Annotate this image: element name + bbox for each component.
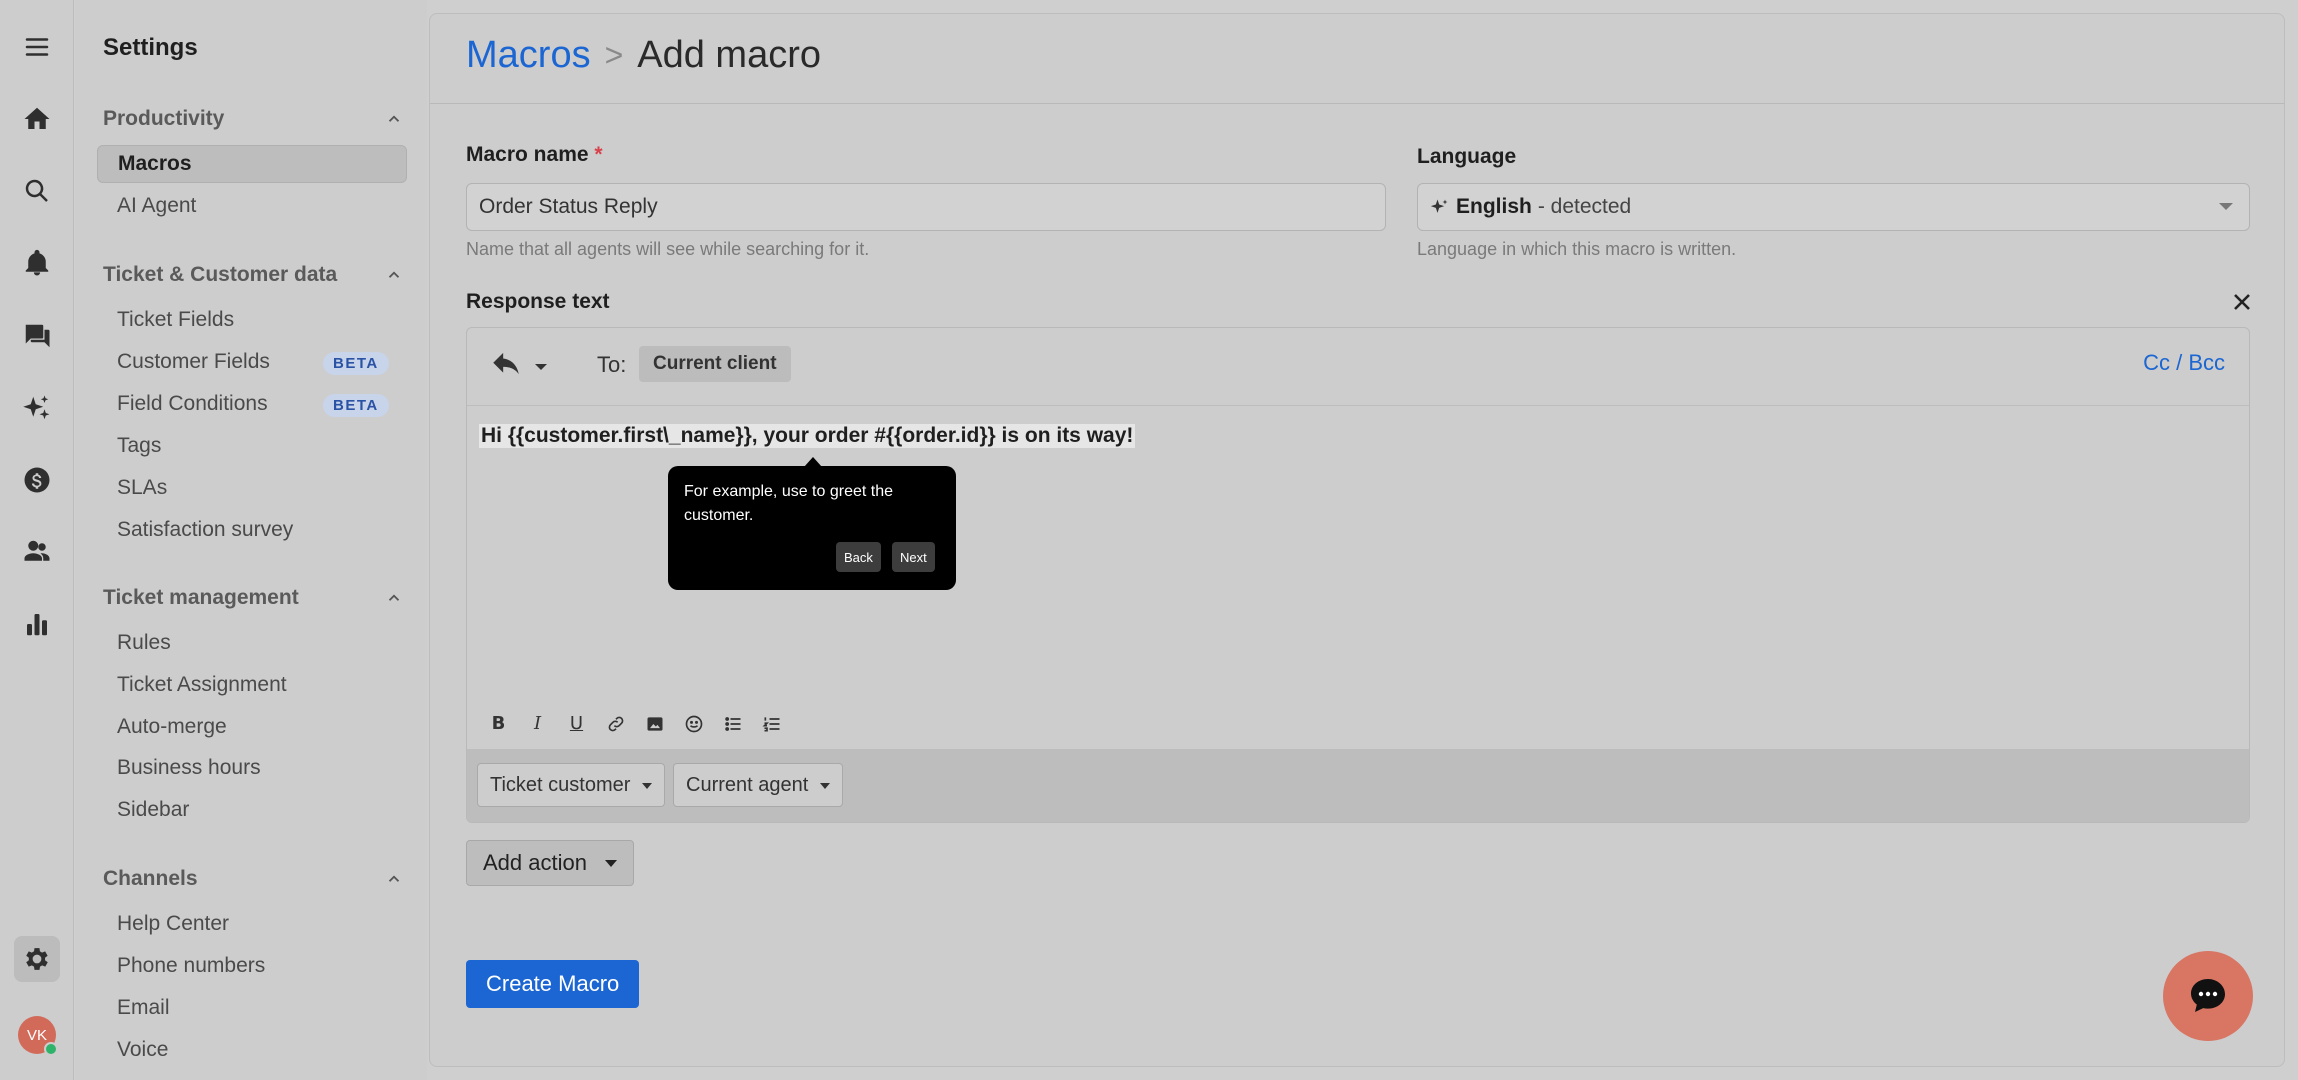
cc-bcc-link[interactable]: Cc / Bcc [2143, 350, 2225, 376]
add-action-button[interactable]: Add action [466, 840, 634, 886]
breadcrumb: Macros > Add macro [466, 34, 821, 77]
breadcrumb-macros-link[interactable]: Macros [466, 34, 591, 77]
chevron-up-icon [385, 110, 403, 128]
home-icon[interactable] [14, 96, 60, 142]
numbered-list-icon[interactable] [760, 712, 783, 735]
section-productivity[interactable]: Productivity [103, 103, 403, 135]
bullet-list-icon[interactable] [721, 712, 744, 735]
avatar[interactable]: VK [18, 1016, 58, 1056]
current-agent-dropdown[interactable]: Current agent [673, 763, 844, 807]
beta-badge: BETA [323, 352, 389, 375]
sidebar-item-phone-numbers[interactable]: Phone numbers [97, 947, 407, 985]
sidebar-item-ticket-assignment[interactable]: Ticket Assignment [97, 666, 407, 704]
sidebar-item-rules[interactable]: Rules [97, 624, 407, 662]
breadcrumb-separator: > [604, 37, 624, 73]
emoji-icon[interactable] [682, 712, 705, 735]
users-icon[interactable] [14, 529, 60, 575]
tooltip-next-button[interactable]: Next [892, 542, 935, 572]
section-channels[interactable]: Channels [103, 863, 403, 895]
section-ticket-management[interactable]: Ticket management [103, 582, 403, 614]
reply-dropdown-caret-icon[interactable] [535, 364, 547, 370]
image-icon[interactable] [643, 712, 666, 735]
language-hint: Language in which this macro is written. [1417, 239, 1737, 259]
sidebar-item-tags[interactable]: Tags [97, 427, 407, 465]
online-status-dot [44, 1042, 58, 1056]
search-icon[interactable] [14, 168, 60, 214]
sidebar-title: Settings [103, 34, 198, 61]
settings-sidebar: Settings Productivity Macros AI Agent Ti… [75, 0, 427, 1080]
language-label: Language [1417, 145, 1517, 168]
close-icon[interactable] [2230, 290, 2254, 314]
caret-down-icon [642, 783, 653, 789]
editor-body-text[interactable]: Hi {{customer.first\_name}}, your order … [479, 424, 1136, 448]
language-select[interactable]: English - detected [1417, 183, 2250, 231]
icon-rail: VK [0, 0, 74, 1080]
chevron-up-icon [385, 870, 403, 888]
caret-down-icon [820, 783, 831, 789]
variables-bar: Ticket customer Current agent [467, 749, 2249, 822]
to-label: To: [597, 352, 627, 377]
tooltip-text: For example, use to greet the customer. [684, 483, 893, 524]
dropdown-caret-icon [2219, 203, 2233, 210]
link-icon[interactable] [604, 712, 627, 735]
sidebar-item-sidebar[interactable]: Sidebar [97, 791, 407, 829]
sidebar-item-customer-fields[interactable]: Customer Fields BETA [97, 343, 407, 381]
underline-icon[interactable]: U [565, 712, 588, 735]
ticket-customer-dropdown[interactable]: Ticket customer [477, 763, 666, 807]
sidebar-item-field-conditions[interactable]: Field Conditions BETA [97, 385, 407, 423]
settings-gear-icon[interactable] [14, 936, 60, 982]
format-toolbar: B I U [487, 712, 783, 735]
macro-name-input[interactable]: Order Status Reply [466, 183, 1386, 231]
sidebar-item-ai-agent[interactable]: AI Agent [97, 187, 407, 225]
required-mark: * [594, 143, 603, 166]
statistics-icon[interactable] [14, 601, 60, 647]
create-macro-button[interactable]: Create Macro [466, 960, 640, 1008]
chat-launcher-button[interactable] [2163, 951, 2253, 1041]
tooltip-back-button[interactable]: Back [836, 542, 881, 572]
sidebar-item-slas[interactable]: SLAs [97, 469, 407, 507]
reply-icon[interactable] [489, 350, 523, 384]
bold-icon[interactable]: B [487, 712, 510, 735]
macro-name-hint: Name that all agents will see while sear… [466, 239, 870, 259]
dollar-icon[interactable] [14, 457, 60, 503]
menu-icon[interactable] [14, 24, 60, 70]
ai-sparkle-icon [1430, 199, 1448, 213]
response-text-label: Response text [466, 290, 610, 313]
sidebar-item-satisfaction-survey[interactable]: Satisfaction survey [97, 511, 407, 549]
chat-bubble-icon [2191, 979, 2225, 1012]
sidebar-item-voice[interactable]: Voice [97, 1031, 407, 1069]
sidebar-item-business-hours[interactable]: Business hours [97, 749, 407, 787]
macro-name-label: Macro name * [466, 143, 603, 166]
chevron-up-icon [385, 266, 403, 284]
bell-icon[interactable] [14, 240, 60, 286]
beta-badge: BETA [323, 394, 389, 417]
section-ticket-customer-data[interactable]: Ticket & Customer data [103, 259, 403, 291]
sidebar-item-ticket-fields[interactable]: Ticket Fields [97, 301, 407, 339]
recipient-chip[interactable]: Current client [639, 346, 791, 382]
italic-icon[interactable]: I [526, 712, 549, 735]
sidebar-item-email[interactable]: Email [97, 989, 407, 1027]
sidebar-item-macros[interactable]: Macros [97, 145, 407, 183]
conversations-icon[interactable] [14, 313, 60, 359]
page-header: Macros > Add macro [430, 14, 2284, 104]
chevron-up-icon [385, 589, 403, 607]
sidebar-item-help-center[interactable]: Help Center [97, 905, 407, 943]
sidebar-item-auto-merge[interactable]: Auto-merge [97, 708, 407, 746]
caret-down-icon [604, 860, 617, 867]
page-title: Add macro [637, 34, 822, 76]
onboarding-tooltip: For example, use to greet the customer. … [668, 457, 956, 590]
ai-sparkle-icon[interactable] [14, 385, 60, 431]
editor-header: To: Current client Cc / Bcc [467, 328, 2249, 406]
